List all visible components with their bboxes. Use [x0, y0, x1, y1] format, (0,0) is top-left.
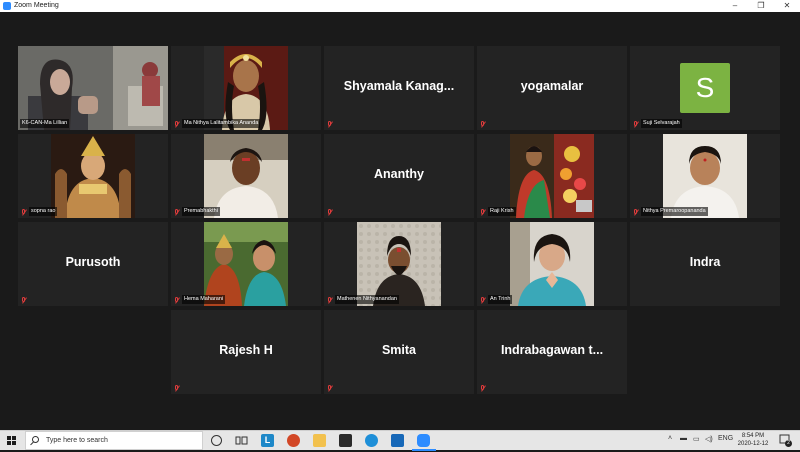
- muted-mic-icon: [174, 297, 180, 304]
- muted-mic-icon: [480, 297, 486, 304]
- participant-name-display: Rajesh H: [219, 343, 273, 357]
- powerpoint-icon[interactable]: [287, 434, 300, 447]
- volume-icon[interactable]: ◁): [705, 435, 713, 443]
- minimize-button[interactable]: –: [722, 0, 748, 12]
- participant-tile[interactable]: Indrabagawan t...: [477, 310, 627, 394]
- participant-tile[interactable]: Rajesh H: [171, 310, 321, 394]
- window-title: Zoom Meeting: [14, 2, 59, 9]
- participant-tile[interactable]: Raji Krish: [477, 134, 627, 218]
- participant-tile[interactable]: Ma Nithya Lalitambika Ananda: [171, 46, 321, 130]
- search-placeholder: Type here to search: [46, 437, 108, 444]
- participant-name-display: yogamalar: [520, 79, 584, 93]
- participant-tile[interactable]: K6-CAN-Ma Lillian: [18, 46, 168, 130]
- muted-mic-icon: [480, 385, 486, 392]
- participant-video: [204, 222, 288, 306]
- participant-name-display: Indra: [689, 255, 721, 269]
- participant-name: Nithya Premaroopananda: [641, 207, 708, 216]
- search-icon: [32, 436, 39, 443]
- clock-date: 2020-12-12: [737, 441, 769, 447]
- task-view-icon[interactable]: [235, 434, 248, 447]
- cortana-icon[interactable]: [211, 435, 222, 446]
- participant-video: [510, 222, 594, 306]
- muted-mic-icon: [174, 121, 180, 128]
- participant-video: [663, 134, 747, 218]
- battery-icon[interactable]: ▭: [693, 435, 700, 443]
- mail-icon[interactable]: [391, 434, 404, 447]
- participant-tile[interactable]: yogamalar: [477, 46, 627, 130]
- participant-video: [204, 134, 288, 218]
- participant-video: [18, 46, 168, 130]
- input-language[interactable]: ENG: [718, 435, 733, 442]
- participant-tile[interactable]: Smita: [324, 310, 474, 394]
- participant-tile[interactable]: Purusoth: [18, 222, 168, 306]
- taskbar: Type here to search L ˄ ▬ ▭ ◁) ENG 8:54 …: [0, 430, 800, 451]
- muted-mic-icon: [21, 297, 27, 304]
- participant-name: Hema Maharani: [182, 295, 226, 304]
- participant-name: An Trinh: [488, 295, 513, 304]
- participant-tile[interactable]: Premabhakthi: [171, 134, 321, 218]
- notification-count-badge: 2: [785, 440, 792, 447]
- file-explorer-icon[interactable]: [313, 434, 326, 447]
- participant-tile[interactable]: Mathenen Nithyanandan: [324, 222, 474, 306]
- participant-name: Ma Nithya Lalitambika Ananda: [182, 119, 261, 128]
- participant-tile[interactable]: S Suji Selvarajah: [630, 46, 780, 130]
- muted-mic-icon: [633, 209, 639, 216]
- participant-name: sopna rao: [29, 207, 58, 216]
- notification-icon[interactable]: 2: [779, 434, 792, 447]
- participant-video: [204, 46, 288, 130]
- participant-avatar: S: [680, 63, 730, 113]
- participant-tile[interactable]: Ananthy: [324, 134, 474, 218]
- windows-start-icon[interactable]: [7, 436, 17, 446]
- chevron-up-icon[interactable]: ˄: [668, 435, 672, 442]
- participant-tile[interactable]: sopna rao: [18, 134, 168, 218]
- participant-video: [51, 134, 135, 218]
- participant-name-display: Indrabagawan t...: [500, 343, 604, 357]
- participant-name-display: Ananthy: [374, 167, 424, 181]
- muted-mic-icon: [327, 209, 333, 216]
- participant-tile[interactable]: Nithya Premaroopananda: [630, 134, 780, 218]
- muted-mic-icon: [174, 209, 180, 216]
- system-clock[interactable]: 8:54 PM 2020-12-12: [733, 432, 773, 448]
- participant-name: Mathenen Nithyanandan: [335, 295, 399, 304]
- close-button[interactable]: ✕: [774, 0, 800, 12]
- zoom-taskbar-icon[interactable]: [417, 434, 430, 447]
- network-icon[interactable]: ▬: [680, 435, 687, 442]
- lync-app-icon[interactable]: L: [261, 434, 274, 447]
- participant-name-display: Shyamala Kanag...: [343, 79, 455, 93]
- participant-name: Suji Selvarajah: [641, 119, 682, 128]
- active-app-indicator: [412, 449, 436, 451]
- edge-browser-icon[interactable]: [365, 434, 378, 447]
- clock-time: 8:54 PM: [741, 433, 765, 439]
- participant-tile[interactable]: An Trinh: [477, 222, 627, 306]
- maximize-button[interactable]: ❐: [748, 0, 774, 12]
- participant-name: Premabhakthi: [182, 207, 220, 216]
- participant-tile[interactable]: Indra: [630, 222, 780, 306]
- zoom-app-icon: [3, 2, 11, 10]
- muted-mic-icon: [174, 385, 180, 392]
- muted-mic-icon: [21, 209, 27, 216]
- muted-mic-icon: [327, 385, 333, 392]
- gallery-view: K6-CAN-Ma Lillian Ma Nithya Lalitambika …: [0, 12, 800, 430]
- participant-name-display: Purusoth: [65, 255, 121, 269]
- muted-mic-icon: [633, 121, 639, 128]
- participant-tile[interactable]: Shyamala Kanag...: [324, 46, 474, 130]
- store-icon[interactable]: [339, 434, 352, 447]
- title-bar: Zoom Meeting – ❐ ✕: [0, 0, 800, 12]
- muted-mic-icon: [327, 297, 333, 304]
- participant-video: [510, 134, 594, 218]
- muted-mic-icon: [480, 209, 486, 216]
- participant-name-display: Smita: [381, 343, 417, 357]
- taskbar-search-box[interactable]: Type here to search: [25, 431, 203, 450]
- participant-video: [357, 222, 441, 306]
- muted-mic-icon: [480, 121, 486, 128]
- participant-name: Raji Krish: [488, 207, 516, 216]
- muted-mic-icon: [327, 121, 333, 128]
- participant-name: K6-CAN-Ma Lillian: [20, 119, 70, 128]
- participant-tile[interactable]: Hema Maharani: [171, 222, 321, 306]
